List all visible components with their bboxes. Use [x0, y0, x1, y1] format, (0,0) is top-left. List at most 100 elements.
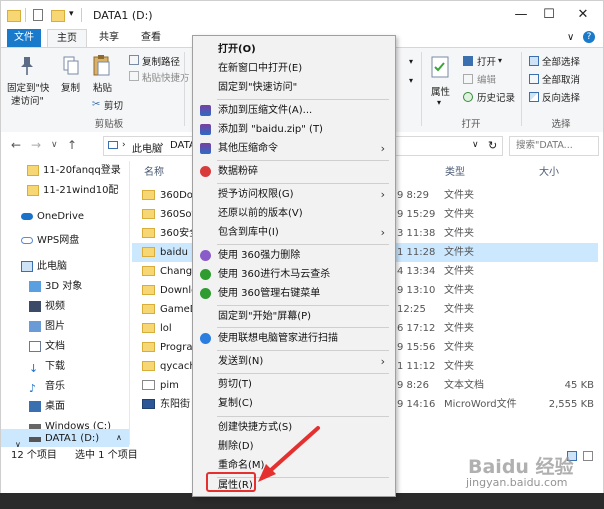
scroll-up-icon[interactable]: ∧: [116, 433, 122, 442]
properties-button-label[interactable]: 属性: [431, 84, 450, 98]
menu-item-cut[interactable]: 剪切(T): [193, 375, 395, 394]
refresh-icon[interactable]: ↻: [488, 139, 497, 152]
nav-item-label: 视频: [45, 301, 65, 312]
nav-item-downloads[interactable]: ↓ 下载: [1, 357, 129, 377]
properties-dropdown-icon[interactable]: ▾: [437, 98, 441, 107]
menu-item-pin-start[interactable]: 固定到"开始"屏幕(P): [193, 307, 395, 326]
properties-check-icon[interactable]: [431, 56, 449, 78]
menu-item-label: 使用 360进行木马云查杀: [218, 269, 331, 280]
nav-item-3d[interactable]: 3D 对象: [1, 277, 129, 297]
ribbon-separator: [184, 52, 185, 126]
invert-selection-icon[interactable]: [529, 92, 539, 102]
paste-button-label[interactable]: 粘贴: [93, 80, 112, 94]
menu-item-360-manage-menu[interactable]: 使用 360管理右键菜单: [193, 284, 395, 303]
file-name: Progra: [160, 342, 193, 353]
nav-item-onedrive[interactable]: OneDrive: [1, 207, 129, 227]
menu-item-open[interactable]: 打开(O): [193, 40, 395, 59]
pin-quick-access-label[interactable]: 固定到"快: [7, 80, 49, 94]
menu-item-add-zip[interactable]: 添加到 "baidu.zip" (T): [193, 120, 395, 139]
new-folder-quick-icon[interactable]: [51, 10, 65, 22]
menu-item-360-trojan-scan[interactable]: 使用 360进行木马云查杀: [193, 265, 395, 284]
nav-item-videos[interactable]: 视频: [1, 297, 129, 317]
pin-quick-access-label-2[interactable]: 速访问": [11, 93, 44, 107]
thumbnail-view-icon[interactable]: [583, 451, 593, 461]
open-button-label[interactable]: 打开: [477, 54, 496, 68]
help-icon[interactable]: ?: [583, 31, 595, 43]
menu-item-360-force-delete[interactable]: 使用 360强力删除: [193, 246, 395, 265]
copy-path-label[interactable]: 复制路径: [142, 54, 180, 68]
nav-item-desktop[interactable]: 桌面: [1, 397, 129, 417]
column-header-name[interactable]: 名称: [144, 163, 164, 183]
menu-item-pin-quick-access[interactable]: 固定到"快速访问": [193, 78, 395, 97]
menu-item-lenovo-scan[interactable]: 使用联想电脑管家进行扫描: [193, 329, 395, 348]
breadcrumb-separator: ›: [160, 140, 164, 150]
back-button[interactable]: ←: [11, 138, 21, 152]
file-type: MicroWord文件: [444, 399, 517, 410]
forward-button[interactable]: →: [31, 138, 41, 152]
menu-item-add-archive[interactable]: 添加到压缩文件(A)...: [193, 101, 395, 120]
file-date: 9 8:26: [397, 380, 429, 391]
properties-quick-icon[interactable]: [33, 9, 43, 21]
open-icon[interactable]: [463, 56, 473, 66]
nav-item-music[interactable]: ♪ 音乐: [1, 377, 129, 397]
menu-item-shred[interactable]: 数据粉碎: [193, 162, 395, 181]
breadcrumb-pc[interactable]: 此电脑: [132, 140, 162, 155]
address-dropdown-icon[interactable]: ∨: [472, 140, 479, 150]
shred-icon: [200, 166, 211, 177]
select-all-icon[interactable]: [529, 56, 539, 66]
menu-item-create-shortcut[interactable]: 创建快捷方式(S): [193, 418, 395, 437]
tab-view[interactable]: 查看: [133, 29, 169, 47]
title-bar: ▾ DATA1 (D:) — ☐ ✕: [1, 1, 603, 29]
close-button[interactable]: ✕: [563, 1, 603, 29]
nav-item-documents[interactable]: 文档: [1, 337, 129, 357]
tab-file[interactable]: 文件: [7, 29, 41, 47]
nav-item-wps[interactable]: WPS网盘: [1, 231, 129, 251]
tab-share[interactable]: 共享: [91, 29, 127, 47]
cut-icon[interactable]: ✂: [92, 99, 100, 110]
search-input[interactable]: 搜索"DATA...: [509, 136, 599, 156]
file-size: 2,555 KB: [548, 399, 594, 410]
history-button-label[interactable]: 历史记录: [477, 90, 515, 104]
menu-item-restore-versions[interactable]: 还原以前的版本(V): [193, 204, 395, 223]
menu-item-delete[interactable]: 删除(D): [193, 437, 395, 456]
pin-icon[interactable]: [19, 56, 35, 76]
menu-item-other-compress[interactable]: 其他压缩命令 ›: [193, 139, 395, 158]
up-button[interactable]: ↑: [67, 138, 77, 152]
edit-button-label[interactable]: 编辑: [477, 72, 496, 86]
copy-path-icon[interactable]: [129, 55, 139, 65]
cut-label[interactable]: 剪切: [104, 98, 123, 112]
select-none-label[interactable]: 全部取消: [542, 72, 580, 86]
menu-item-include-library[interactable]: 包含到库中(I) ›: [193, 223, 395, 242]
desktop-icon: [29, 401, 41, 412]
nav-item-drive-d[interactable]: ∨ DATA1 (D:): [1, 429, 129, 449]
copy-button-label[interactable]: 复制: [61, 80, 80, 94]
customize-quick-access-icon[interactable]: ▾: [69, 9, 74, 22]
menu-item-copy[interactable]: 复制(C): [193, 394, 395, 413]
paste-shortcut-icon[interactable]: [129, 71, 139, 81]
nav-item-folder-1120[interactable]: 11-20fanqq登录: [1, 161, 129, 181]
overflow-arrow-icon[interactable]: ▾: [409, 76, 413, 85]
menu-item-give-access[interactable]: 授予访问权限(G) ›: [193, 185, 395, 204]
nav-item-pictures[interactable]: 图片: [1, 317, 129, 337]
column-header-size[interactable]: 大小: [539, 163, 559, 183]
edit-icon[interactable]: [463, 74, 473, 84]
menu-item-open-new-window[interactable]: 在新窗口中打开(E): [193, 59, 395, 78]
column-header-type[interactable]: 类型: [445, 163, 465, 183]
select-none-icon[interactable]: [529, 74, 539, 84]
file-date: 3 11:38: [397, 228, 436, 239]
paste-icon[interactable]: [93, 54, 111, 76]
tab-home[interactable]: 主页: [47, 29, 87, 48]
ribbon-collapse-icon[interactable]: ∨: [567, 32, 574, 43]
nav-item-this-pc[interactable]: 此电脑: [1, 257, 129, 277]
paste-shortcut-label[interactable]: 粘贴快捷方: [142, 70, 190, 84]
copy-icon[interactable]: [63, 56, 79, 76]
recent-locations-button[interactable]: ∨: [51, 140, 58, 150]
open-dropdown-icon[interactable]: ▾: [498, 56, 502, 65]
nav-item-folder-1121[interactable]: 11-21wind10配: [1, 181, 129, 201]
menu-item-send-to[interactable]: 发送到(N) ›: [193, 352, 395, 371]
select-all-label[interactable]: 全部选择: [542, 54, 580, 68]
history-icon[interactable]: [463, 92, 473, 102]
folder-icon: [142, 361, 155, 371]
overflow-arrow-icon[interactable]: ▾: [409, 57, 413, 66]
invert-selection-label[interactable]: 反向选择: [542, 90, 580, 104]
